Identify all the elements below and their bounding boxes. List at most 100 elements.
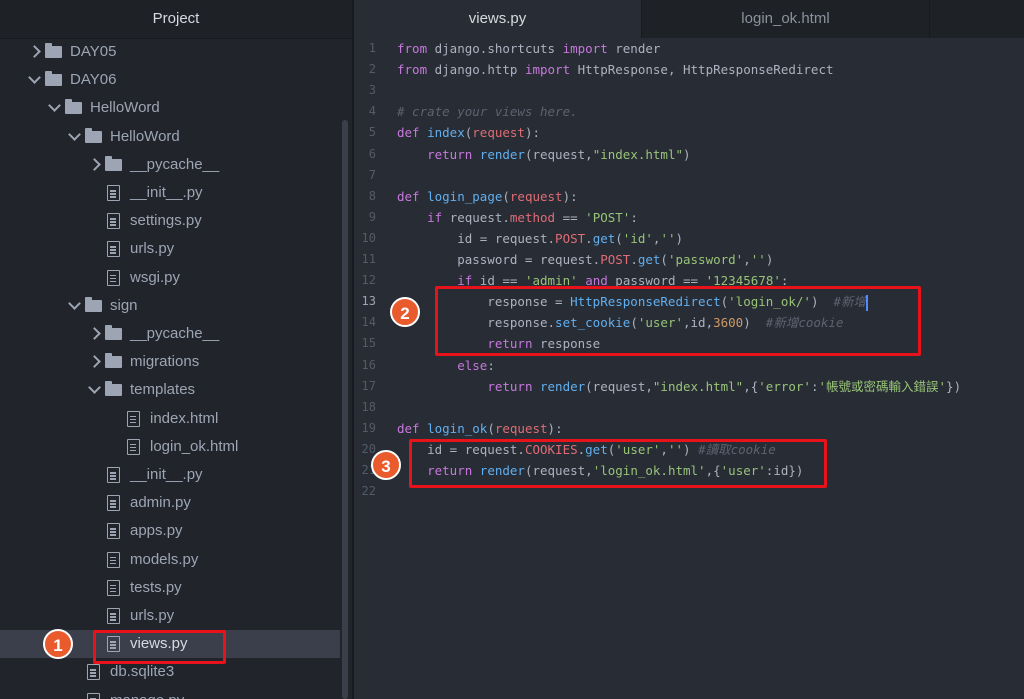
tree-file[interactable]: settings.py <box>0 207 340 235</box>
tree-file[interactable]: __init__.py <box>0 179 340 207</box>
line-number: 14 <box>361 315 376 330</box>
line-number: 7 <box>368 167 376 182</box>
folder-icon <box>65 99 82 115</box>
tab-views-py[interactable]: views.py <box>354 0 642 38</box>
tree-folder[interactable]: migrations <box>0 348 340 376</box>
tree-file[interactable]: apps.py <box>0 517 340 545</box>
code-token: method <box>509 209 556 225</box>
code-line[interactable]: def login_ok(request): <box>397 418 563 439</box>
sidebar-scrollbar[interactable] <box>342 120 348 699</box>
tree-item-label: HelloWord <box>110 127 180 145</box>
line-number: 17 <box>361 378 376 393</box>
code-token: else <box>457 357 488 373</box>
tree-file[interactable]: manage.py <box>0 687 340 699</box>
tree-file[interactable]: admin.py <box>0 489 340 517</box>
code-token: import <box>562 41 608 56</box>
code-line[interactable]: from django.shortcuts import render <box>397 38 660 59</box>
code-line[interactable]: def login_page(request): <box>397 186 578 207</box>
code-line[interactable]: return render(request,"index.html",{'err… <box>397 376 961 397</box>
code-line[interactable]: else: <box>397 355 495 376</box>
code-token: render <box>479 146 525 162</box>
line-number: 5 <box>368 125 376 140</box>
project-sidebar: Project DAY05 DAY06 HelloWord HelloWord __py… <box>0 0 352 699</box>
tree-folder[interactable]: HelloWord <box>0 123 340 151</box>
code-token: password = request. <box>397 252 601 267</box>
code-token: '' <box>660 230 676 246</box>
line-number: 15 <box>361 336 376 351</box>
chevron-down-icon[interactable] <box>48 99 61 113</box>
annotation-badge-1: 1 <box>43 629 73 659</box>
code-token: POST <box>600 252 631 267</box>
tree-folder[interactable]: __pycache__ <box>0 320 340 348</box>
tree-file[interactable]: __init__.py <box>0 461 340 489</box>
code-line[interactable]: id = request.POST.get('id','') <box>397 228 683 249</box>
chevron-down-icon[interactable] <box>88 381 101 395</box>
chevron-down-icon[interactable] <box>28 71 41 85</box>
code-token: POST <box>555 230 586 246</box>
code-line[interactable]: return render(request,"index.html") <box>397 144 690 165</box>
line-number: 19 <box>361 420 376 435</box>
tree-folder[interactable]: DAY05 <box>0 38 340 66</box>
tree-item-label: templates <box>130 381 196 399</box>
tree-file[interactable]: urls.py <box>0 602 340 630</box>
chevron-down-icon[interactable] <box>68 296 81 310</box>
code-token: request. <box>442 209 510 225</box>
code-token: request <box>509 188 563 204</box>
line-number: 1 <box>368 41 376 55</box>
tree-file[interactable]: login_ok.html <box>0 433 340 461</box>
tree-folder[interactable]: templates <box>0 376 340 404</box>
file-icon <box>107 495 120 512</box>
line-number-gutter: 1 2 3 4 5 6 7 8 9 10 11 12 13 14 15 16 17 18 19 20 21 22 <box>354 38 390 699</box>
chevron-right-icon[interactable] <box>88 355 101 369</box>
code-line[interactable]: if request.method == 'POST': <box>397 207 638 228</box>
file-icon <box>87 664 100 681</box>
code-token: '' <box>750 252 766 267</box>
tree-file[interactable]: urls.py <box>0 235 340 263</box>
code-line[interactable]: password = request.POST.get('password','… <box>397 249 773 270</box>
code-token: login_ok <box>427 420 488 436</box>
tree-folder[interactable]: sign <box>0 292 340 320</box>
line-number: 13 <box>361 294 376 309</box>
tree-item-label: __init__.py <box>130 466 203 483</box>
code-token: request <box>494 420 548 436</box>
tree-item-label: DAY05 <box>70 43 117 60</box>
file-icon <box>107 467 120 483</box>
tree-folder[interactable]: __pycache__ <box>0 151 340 179</box>
tree-folder[interactable]: DAY06 <box>0 66 340 94</box>
line-number: 10 <box>361 230 376 245</box>
file-icon <box>107 213 120 230</box>
code-token: if <box>427 209 443 225</box>
code-line[interactable]: def index(request): <box>397 122 540 143</box>
tree-folder[interactable]: HelloWord <box>0 94 340 122</box>
chevron-right-icon[interactable] <box>88 157 101 171</box>
code-token: == <box>555 209 586 225</box>
chevron-down-icon[interactable] <box>68 127 81 141</box>
code-line[interactable]: from django.http import HttpResponse, Ht… <box>397 59 834 80</box>
chevron-right-icon[interactable] <box>28 45 41 58</box>
tree-file[interactable]: tests.py <box>0 574 340 602</box>
code-line[interactable]: # crate your views here. <box>397 101 578 122</box>
chevron-right-icon[interactable] <box>88 327 101 340</box>
code-token: '帳號或密碼輸入錯誤' <box>818 378 947 394</box>
tab-login-ok-html[interactable]: login_ok.html <box>642 0 930 38</box>
code-token: return <box>427 146 473 162</box>
code-editor[interactable]: 1 2 3 4 5 6 7 8 9 10 11 12 13 14 15 16 17 18 19 20 21 22 from… <box>354 38 1024 699</box>
tree-item-label: __pycache__ <box>130 155 220 173</box>
code-token: "index.html" <box>592 146 683 162</box>
tree-item-label: sign <box>110 296 138 314</box>
tree-file[interactable]: wsgi.py <box>0 264 340 292</box>
folder-icon <box>45 71 62 87</box>
tree-file[interactable]: models.py <box>0 546 340 574</box>
code-token: id = request. <box>397 230 556 246</box>
folder-icon <box>105 381 122 397</box>
tree-item-label: apps.py <box>130 522 183 540</box>
tree-item-label: manage.py <box>110 687 184 699</box>
code-token: import <box>524 62 571 78</box>
tree-file[interactable]: index.html <box>0 405 340 433</box>
file-icon <box>107 269 120 286</box>
